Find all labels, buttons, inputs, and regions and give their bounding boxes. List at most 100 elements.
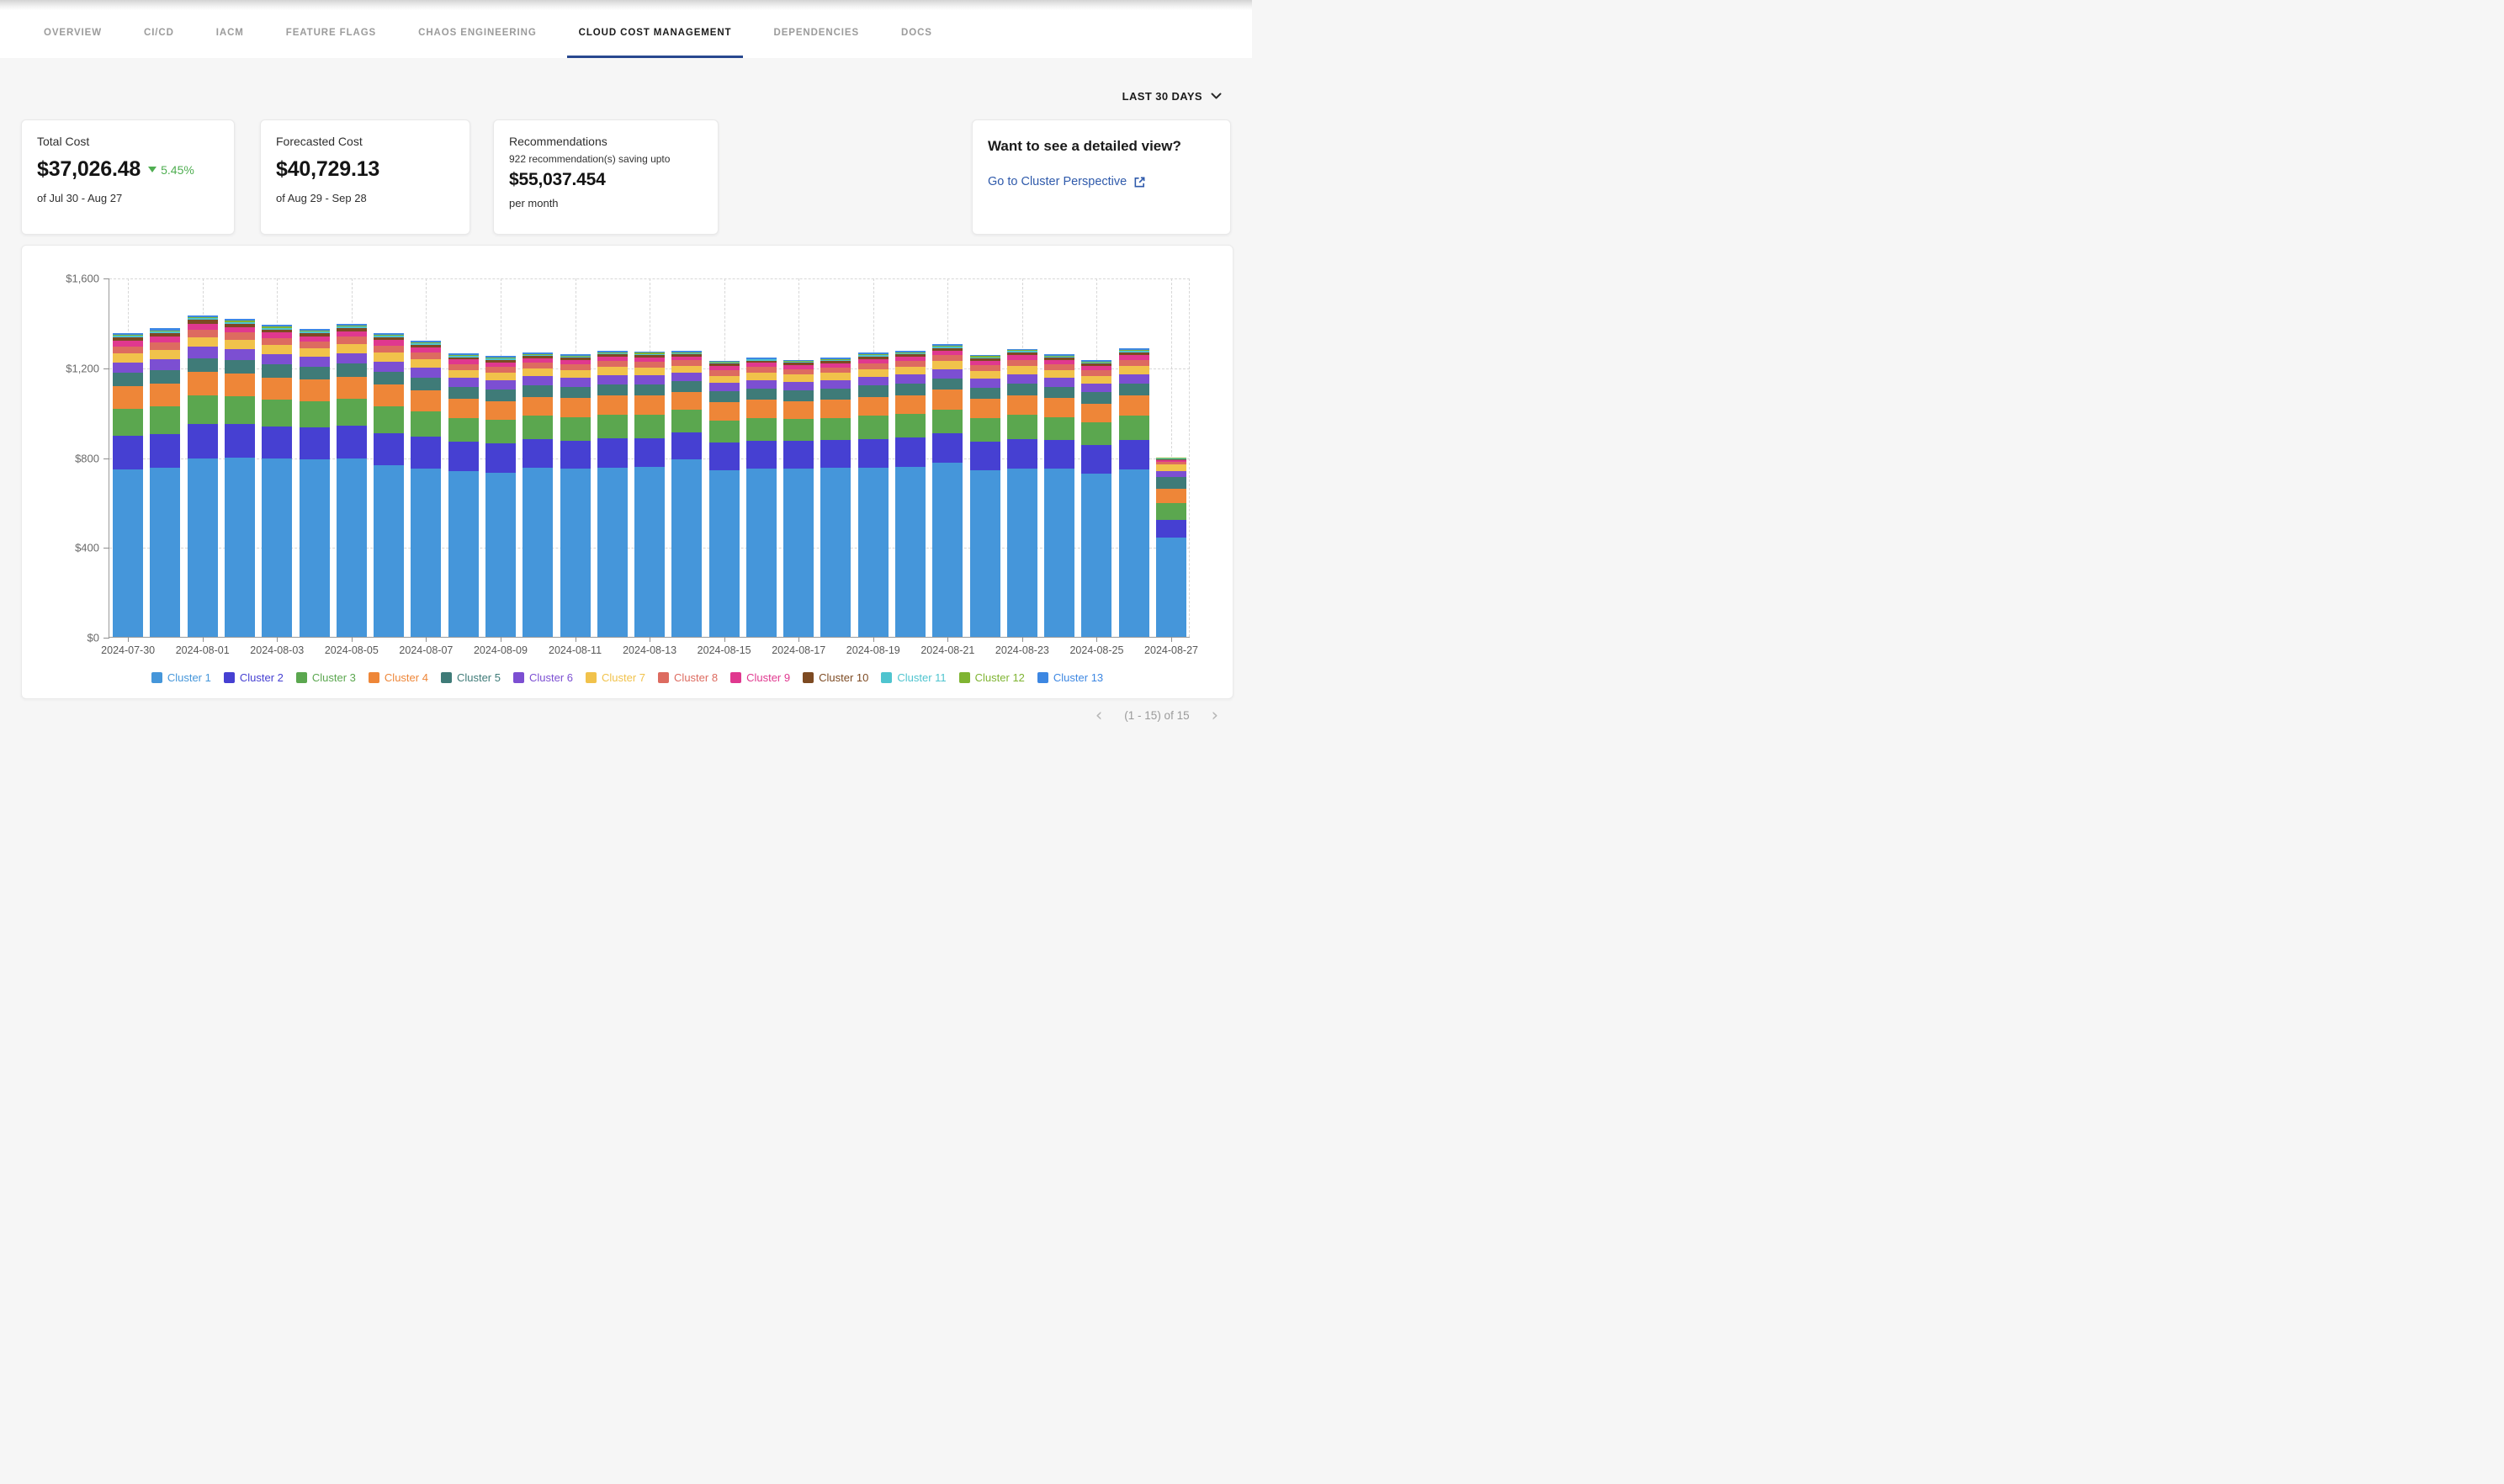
y-axis-tick: [103, 278, 109, 279]
bar-segment-cluster-6: [1007, 374, 1037, 384]
bar-stack: [1156, 458, 1186, 637]
tab-overview[interactable]: OVERVIEW: [32, 10, 114, 58]
tab-chaos-engineering[interactable]: CHAOS ENGINEERING: [406, 10, 549, 58]
bar-column[interactable]: 2024-08-01: [184, 278, 221, 637]
bar-segment-cluster-6: [783, 382, 814, 390]
total-cost-period: of Jul 30 - Aug 27: [37, 192, 219, 204]
bar-segment-cluster-1: [113, 469, 143, 637]
legend-item-cluster-9[interactable]: Cluster 9: [730, 671, 790, 684]
legend-item-cluster-11[interactable]: Cluster 11: [881, 671, 946, 684]
bar-column[interactable]: [370, 278, 407, 637]
bar-column[interactable]: [146, 278, 183, 637]
x-axis-tick-label: 2024-08-13: [623, 644, 676, 656]
legend-swatch: [513, 672, 524, 683]
bar-segment-cluster-4: [560, 398, 591, 416]
bar-segment-cluster-6: [300, 357, 330, 367]
bar-segment-cluster-2: [1007, 439, 1037, 469]
chevron-left-icon[interactable]: ‹: [1096, 708, 1102, 722]
bar-segment-cluster-3: [337, 399, 367, 426]
legend-item-cluster-2[interactable]: Cluster 2: [224, 671, 284, 684]
bar-stack: [448, 353, 479, 637]
bar-stack: [597, 351, 628, 637]
bar-column[interactable]: 2024-08-11: [556, 278, 593, 637]
tab-ci-cd[interactable]: CI/CD: [132, 10, 186, 58]
external-link-icon: [1133, 176, 1146, 188]
bar-segment-cluster-6: [225, 349, 255, 360]
bar-segment-cluster-3: [1156, 503, 1186, 520]
tab-feature-flags[interactable]: FEATURE FLAGS: [274, 10, 388, 58]
cluster-perspective-link[interactable]: Go to Cluster Perspective: [988, 175, 1215, 188]
bar-segment-cluster-5: [113, 373, 143, 386]
bar-stack: [150, 328, 180, 637]
legend-item-cluster-3[interactable]: Cluster 3: [296, 671, 356, 684]
bar-segment-cluster-2: [300, 427, 330, 459]
tab-iacm[interactable]: IACM: [204, 10, 256, 58]
legend-item-cluster-12[interactable]: Cluster 12: [959, 671, 1025, 684]
x-axis-tick-label: 2024-08-03: [250, 644, 304, 656]
x-axis-tick-label: 2024-08-23: [995, 644, 1049, 656]
bar-column[interactable]: 2024-08-13: [631, 278, 668, 637]
bar-segment-cluster-3: [188, 395, 218, 424]
bar-segment-cluster-4: [1119, 395, 1149, 416]
y-axis-tick: [103, 458, 109, 459]
bar-segment-cluster-3: [746, 418, 777, 441]
bar-column[interactable]: 2024-08-05: [333, 278, 370, 637]
bar-segment-cluster-4: [858, 397, 889, 416]
bar-column[interactable]: [817, 278, 854, 637]
bar-segment-cluster-2: [820, 440, 851, 468]
legend-item-cluster-7[interactable]: Cluster 7: [586, 671, 645, 684]
bar-column[interactable]: [743, 278, 780, 637]
legend-item-cluster-1[interactable]: Cluster 1: [151, 671, 211, 684]
bar-column[interactable]: 2024-08-15: [706, 278, 743, 637]
bar-column[interactable]: [892, 278, 929, 637]
bar-column[interactable]: 2024-08-17: [780, 278, 817, 637]
bar-column[interactable]: 2024-08-23: [1004, 278, 1041, 637]
bar-segment-cluster-8: [1119, 360, 1149, 366]
bar-column[interactable]: [966, 278, 1003, 637]
bar-segment-cluster-6: [262, 354, 292, 364]
bar-column[interactable]: [1116, 278, 1153, 637]
tab-dependencies[interactable]: DEPENDENCIES: [761, 10, 871, 58]
bar-column[interactable]: [221, 278, 258, 637]
tab-cloud-cost-management[interactable]: CLOUD COST MANAGEMENT: [567, 10, 744, 58]
bar-column[interactable]: 2024-08-07: [407, 278, 444, 637]
bar-segment-cluster-3: [1044, 417, 1074, 441]
legend-item-cluster-6[interactable]: Cluster 6: [513, 671, 573, 684]
bar-segment-cluster-2: [485, 443, 516, 472]
time-range-selector[interactable]: LAST 30 DAYS: [1122, 90, 1222, 103]
bar-column[interactable]: 2024-08-19: [855, 278, 892, 637]
bar-column[interactable]: [445, 278, 482, 637]
bar-stack: [746, 358, 777, 637]
legend-label: Cluster 3: [312, 671, 356, 684]
legend-item-cluster-8[interactable]: Cluster 8: [658, 671, 718, 684]
bar-column[interactable]: [1041, 278, 1078, 637]
bar-column[interactable]: 2024-08-21: [929, 278, 966, 637]
legend-item-cluster-5[interactable]: Cluster 5: [441, 671, 501, 684]
bar-column[interactable]: 2024-08-03: [258, 278, 295, 637]
bar-column[interactable]: [295, 278, 332, 637]
bar-column[interactable]: 2024-08-25: [1078, 278, 1115, 637]
bar-segment-cluster-5: [858, 385, 889, 396]
legend-item-cluster-10[interactable]: Cluster 10: [803, 671, 868, 684]
bar-segment-cluster-8: [1081, 370, 1111, 376]
bar-segment-cluster-4: [1007, 395, 1037, 416]
bar-stack: [337, 324, 367, 637]
bar-column[interactable]: [519, 278, 556, 637]
bar-segment-cluster-4: [597, 395, 628, 415]
bar-column[interactable]: 2024-07-30: [109, 278, 146, 637]
bar-column[interactable]: [594, 278, 631, 637]
bar-segment-cluster-1: [783, 469, 814, 637]
legend-item-cluster-13[interactable]: Cluster 13: [1037, 671, 1103, 684]
bar-column[interactable]: [668, 278, 705, 637]
bar-segment-cluster-6: [448, 378, 479, 387]
tab-docs[interactable]: DOCS: [889, 10, 944, 58]
chevron-right-icon[interactable]: ›: [1212, 708, 1218, 722]
bar-column[interactable]: 2024-08-09: [482, 278, 519, 637]
total-cost-delta-percent: 5.45%: [161, 163, 194, 177]
legend-item-cluster-4[interactable]: Cluster 4: [369, 671, 428, 684]
legend-swatch: [586, 672, 597, 683]
x-axis-tick-label: 2024-08-01: [176, 644, 230, 656]
bar-segment-cluster-5: [932, 379, 963, 390]
bar-segment-cluster-1: [597, 468, 628, 638]
bar-column[interactable]: 2024-08-27: [1153, 278, 1190, 637]
